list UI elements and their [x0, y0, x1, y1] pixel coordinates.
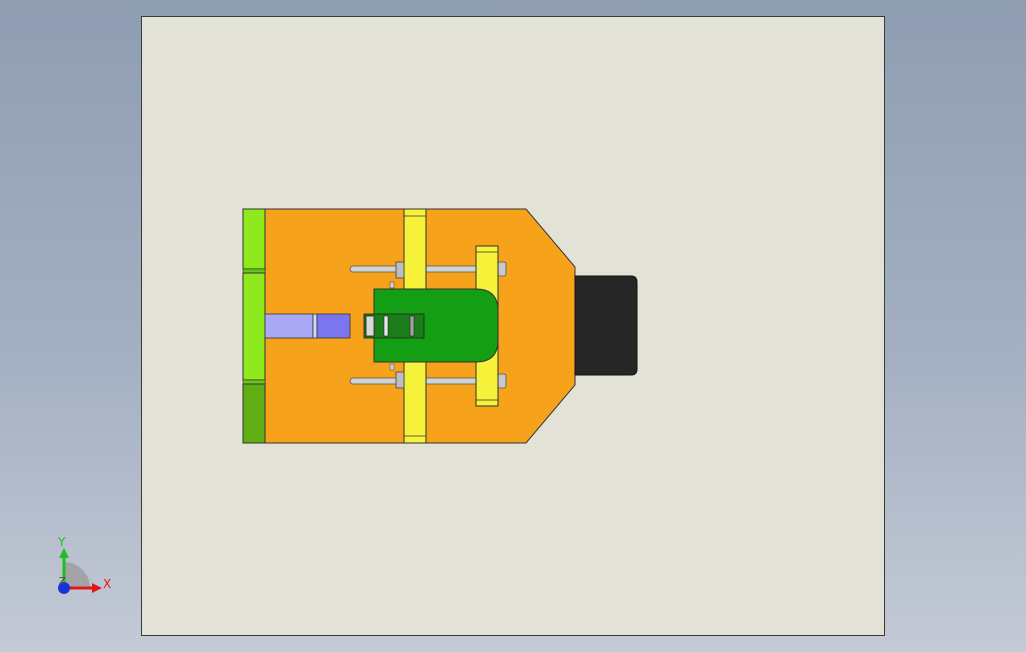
model-view[interactable]: Y X Z [0, 0, 1026, 652]
x-axis-label: X [103, 577, 111, 591]
coordinate-triad: Y X Z [57, 535, 111, 594]
graphics-viewport[interactable]: Y X Z [0, 0, 1026, 652]
z-axis-label: Z [59, 576, 66, 587]
end-plate[interactable] [242, 208, 266, 444]
punch[interactable] [264, 313, 351, 339]
die-slot [363, 313, 425, 339]
air-cylinder[interactable] [574, 275, 638, 376]
y-axis-label: Y [57, 535, 66, 549]
